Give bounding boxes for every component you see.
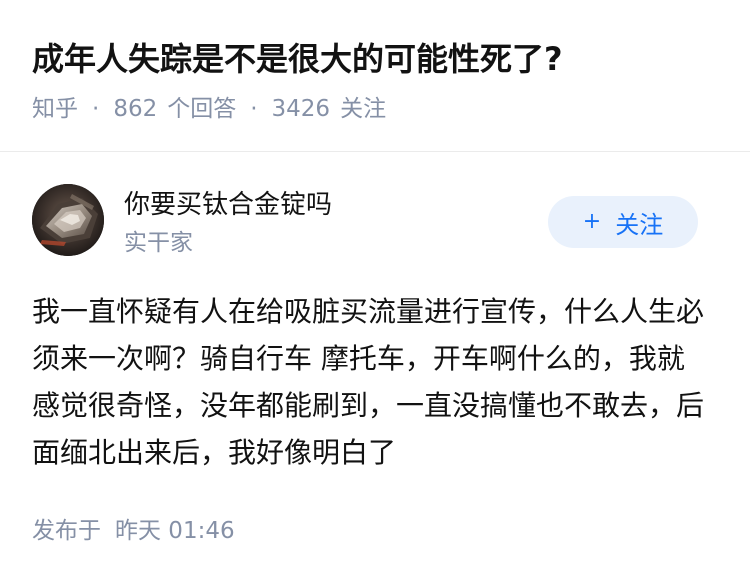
answer-count-label: 个回答: [167, 96, 237, 122]
source-label[interactable]: 知乎: [32, 92, 78, 126]
follow-button[interactable]: + 关注: [548, 196, 698, 248]
answer-publish-time: 发布于 昨天 01:46: [32, 514, 235, 548]
question-title[interactable]: 成年人失踪是不是很大的可能性死了?: [32, 36, 718, 82]
plus-icon: +: [582, 209, 602, 234]
answer-content[interactable]: 我一直怀疑有人在给吸脏买流量进行宣传，什么人生必须来一次啊？骑自行车 摩托车，开…: [32, 288, 712, 476]
author-row: 你要买钛合金锭吗 实干家 + 关注: [32, 184, 718, 264]
follower-count-label: 关注: [340, 96, 387, 122]
follower-count: 3426: [271, 96, 331, 122]
avatar-photo-icon[interactable]: [32, 184, 104, 256]
question-meta: 知乎 · 862 个回答 · 3426 关注: [32, 92, 718, 126]
publish-time-prefix: 发布于: [32, 518, 101, 544]
header-divider: [0, 151, 750, 152]
author-name[interactable]: 你要买钛合金锭吗: [124, 188, 332, 222]
question-header: 成年人失踪是不是很大的可能性死了? 知乎 · 862 个回答 · 3426 关注: [0, 0, 750, 150]
meta-separator: ·: [92, 96, 100, 122]
meta-separator: ·: [250, 96, 258, 122]
author-tag: 实干家: [124, 230, 193, 256]
publish-time-value: 昨天 01:46: [115, 518, 235, 544]
answer-count: 862: [113, 96, 158, 122]
follow-button-label: 关注: [615, 210, 664, 239]
avatar-image: [32, 184, 104, 256]
